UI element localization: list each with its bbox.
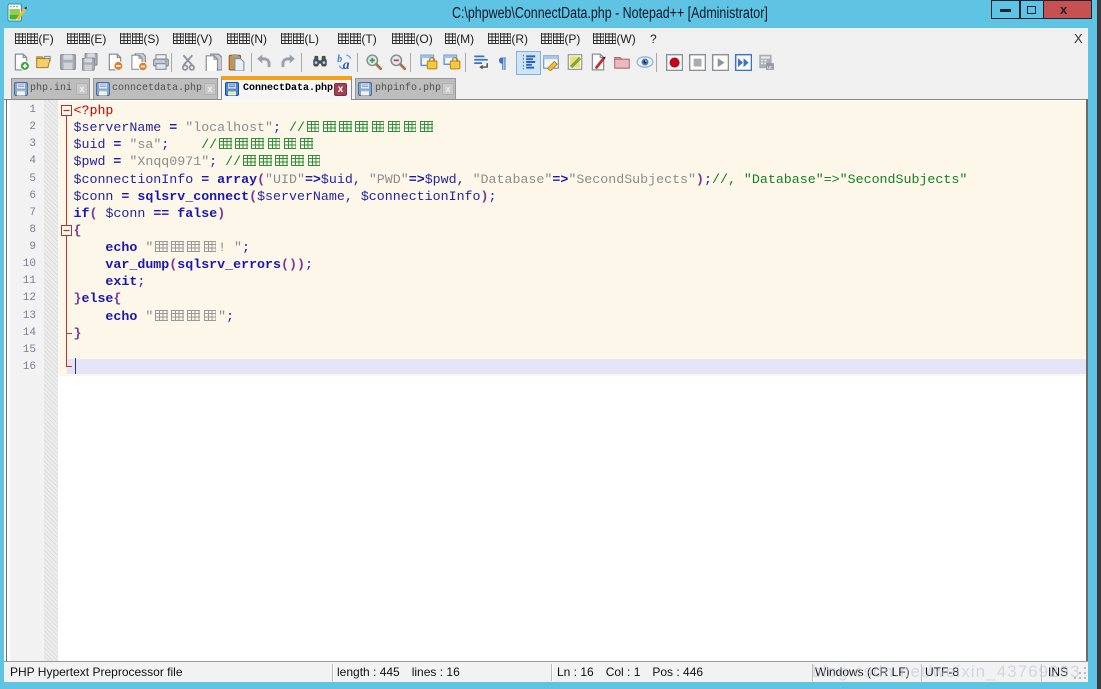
svg-text:¶: ¶	[498, 55, 507, 71]
svg-text:uc: uc	[767, 65, 773, 71]
svg-text:b: b	[337, 54, 342, 65]
